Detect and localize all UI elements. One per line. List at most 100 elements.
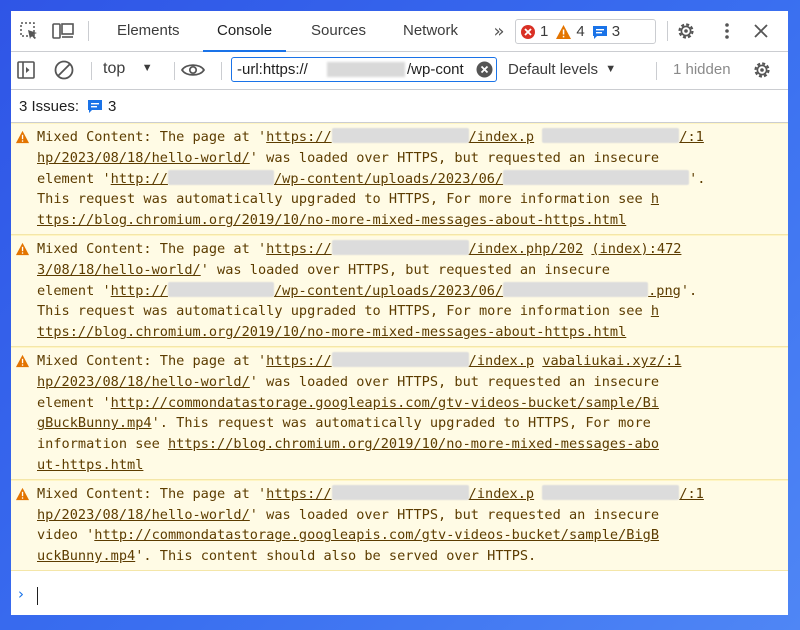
error-count: 1 (540, 23, 549, 40)
tab-sources[interactable]: Sources (311, 11, 366, 51)
dropdown-arrow-icon: ▼ (141, 62, 153, 74)
info-link[interactable]: ttps://blog.chromium.org/2019/10/no-more… (37, 324, 626, 340)
log-levels-label: Default levels (508, 61, 599, 78)
console-toolbar: top ▼ -url:https:// /wp-cont Default lev… (11, 52, 788, 90)
message-icon (592, 24, 608, 40)
message-text: '. This content should also be served ov… (135, 548, 537, 565)
filter-text-prefix: -url:https:// (237, 61, 308, 78)
message-text: ' was loaded over HTTPS, but requested a… (249, 149, 660, 166)
device-toolbar-icon[interactable] (51, 19, 75, 43)
console-prompt[interactable]: › (11, 577, 788, 615)
divider (667, 21, 668, 41)
close-icon[interactable] (749, 19, 773, 43)
message-text: '. (680, 282, 698, 299)
tab-elements[interactable]: Elements (117, 11, 180, 51)
source-location-link[interactable]: vabaliukai.xyz/:1 (542, 353, 681, 369)
message-text: Mixed Content: The page at ' (37, 485, 267, 502)
source-location-link[interactable]: /:1 (542, 484, 704, 502)
message-text: ' was loaded over HTTPS, but requested a… (200, 261, 610, 278)
url-text: http:// (110, 282, 168, 299)
page-url-link[interactable]: hp/2023/08/18/hello-world/ (37, 374, 250, 390)
devtools-window: Elements Console Sources Network » 1 4 3 (11, 11, 788, 615)
url-text: /wp-content/uploads/2023/06/ (273, 282, 504, 299)
resource-url-link[interactable]: gBuckBunny.mp4 (37, 415, 152, 431)
resource-url-link[interactable]: http://commondatastorage.googleapis.com/… (94, 527, 659, 543)
tab-network[interactable]: Network (403, 11, 458, 51)
live-expression-eye-icon[interactable] (181, 58, 205, 82)
resource-url-link[interactable]: http://commondatastorage.googleapis.com/… (111, 395, 659, 411)
error-icon (520, 24, 536, 40)
devtools-tab-bar: Elements Console Sources Network » 1 4 3 (11, 11, 788, 52)
hidden-messages-count: 1 hidden (673, 61, 731, 78)
url-text: /index.php/202 (468, 240, 584, 257)
page-url-link[interactable]: hp/2023/08/18/hello-world/ (37, 507, 250, 523)
console-warning-message: Mixed Content: The page at 'https:// /ind… (11, 234, 788, 347)
message-text: information see (37, 436, 168, 453)
url-text: https:// (266, 240, 332, 257)
context-selector-label: top (103, 60, 126, 77)
warning-icon (555, 24, 572, 40)
tab-console[interactable]: Console (202, 11, 287, 52)
sidebar-toggle-icon[interactable] (14, 58, 38, 82)
source-location-link[interactable]: /:1 (542, 128, 704, 145)
message-text: '. This request was automatically upgrad… (151, 415, 651, 432)
message-text: ' was loaded over HTTPS, but requested a… (249, 373, 660, 390)
log-levels-dropdown[interactable]: Default levels ▼ (508, 61, 616, 78)
console-settings-gear-icon[interactable] (750, 58, 774, 82)
resource-url-link[interactable]: uckBunny.mp4 (37, 548, 135, 564)
info-link[interactable]: ttps://blog.chromium.org/2019/10/no-more… (37, 212, 626, 228)
clear-filter-icon[interactable] (476, 61, 493, 82)
issues-button[interactable]: 3 Issues: 3 (13, 93, 122, 119)
url-text: https:// (266, 129, 332, 145)
info-link[interactable]: h (651, 303, 659, 319)
console-warning-message: Mixed Content: The page at 'https:// /ind… (11, 123, 788, 235)
redacted-domain (167, 169, 274, 185)
console-filter-input[interactable]: -url:https:// /wp-cont (231, 57, 497, 82)
kebab-menu-icon[interactable] (715, 19, 739, 43)
prompt-chevron-icon: › (18, 585, 24, 603)
url-text: .png (648, 282, 681, 299)
divider (88, 21, 89, 41)
resource-url-link[interactable]: http:// /wp-content/uploads/2023/06/ (111, 169, 690, 187)
redacted-domain (327, 62, 405, 77)
page-url-link[interactable]: https:// /index.p (266, 351, 535, 369)
page-url-link[interactable]: 3/08/18/hello-world/ (37, 262, 201, 278)
message-icon (87, 98, 103, 114)
warning-count: 4 (576, 23, 585, 40)
issues-label: 3 Issues: (19, 97, 80, 115)
message-text: Mixed Content: The page at ' (37, 129, 267, 145)
settings-gear-icon[interactable] (674, 19, 698, 43)
redacted-domain (542, 128, 680, 143)
url-text: /index.p (468, 352, 535, 369)
redacted-domain (542, 484, 680, 500)
clear-console-icon[interactable] (52, 58, 76, 82)
more-tabs-icon[interactable]: » (487, 19, 511, 43)
message-text: ' was loaded over HTTPS, but requested a… (249, 506, 660, 523)
console-warning-message: Mixed Content: The page at 'https:// /ind… (11, 346, 788, 480)
warning-icon (15, 487, 30, 508)
url-text: /index.p (468, 129, 535, 145)
redacted-domain (331, 239, 469, 255)
issue-counters[interactable]: 1 4 3 (515, 19, 656, 44)
info-link[interactable]: ut-https.html (37, 457, 143, 473)
resource-url-link[interactable]: http:// /wp-content/uploads/2023/06/ .png (110, 281, 681, 299)
message-text: '. (689, 170, 706, 187)
message-text: element ' (37, 282, 111, 299)
redacted-filename (503, 281, 649, 297)
source-location-link[interactable]: (index):472 (591, 241, 681, 257)
page-url-link[interactable]: hp/2023/08/18/hello-world/ (37, 150, 250, 166)
info-link[interactable]: h (651, 191, 659, 207)
context-selector[interactable]: top ▼ (103, 60, 153, 78)
page-url-link[interactable]: https:// /index.p (266, 128, 535, 145)
inspect-element-icon[interactable] (17, 19, 41, 43)
divider (174, 62, 175, 80)
page-url-link[interactable]: https:// /index.php/202 (266, 239, 584, 257)
warning-icon (15, 130, 30, 151)
info-link[interactable]: https://blog.chromium.org/2019/10/no-mor… (168, 436, 659, 452)
redacted-domain (331, 128, 469, 143)
message-text: video ' (37, 527, 95, 544)
message-text: element ' (37, 394, 111, 411)
redacted-domain (331, 484, 469, 500)
page-url-link[interactable]: https:// /index.p (266, 484, 534, 502)
issues-count: 3 (108, 97, 117, 115)
